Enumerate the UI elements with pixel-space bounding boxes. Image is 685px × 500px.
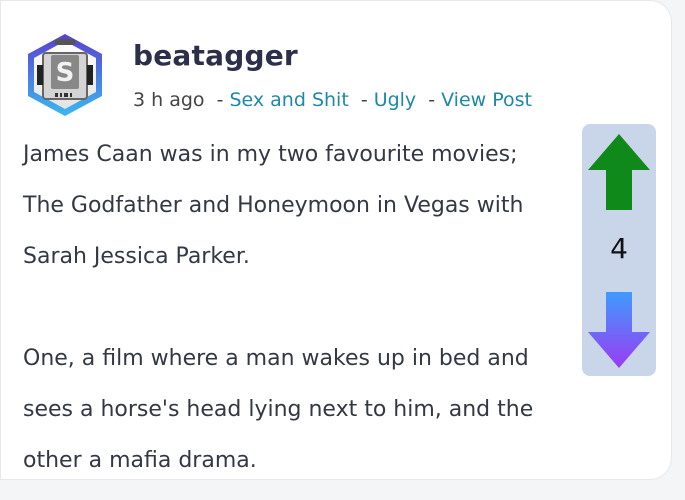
user-avatar[interactable]: S bbox=[21, 31, 109, 119]
vote-panel: 4 bbox=[582, 124, 656, 376]
tag-link[interactable]: Ugly bbox=[374, 89, 417, 111]
post-paragraph: James Caan was in my two favourite movie… bbox=[23, 142, 524, 269]
post-paragraph: One, a film where a man wakes up in bed … bbox=[23, 346, 534, 473]
upvote-button[interactable] bbox=[586, 132, 652, 212]
meta-separator: - bbox=[360, 89, 368, 111]
avatar-badge-icon: S bbox=[28, 34, 102, 116]
meta-separator: - bbox=[428, 89, 436, 111]
vote-count: 4 bbox=[610, 232, 628, 265]
arrow-up-icon bbox=[588, 134, 650, 210]
avatar-letter: S bbox=[56, 58, 75, 88]
meta-separator: - bbox=[216, 89, 224, 111]
page-background-strip bbox=[0, 480, 685, 500]
username[interactable]: beatagger bbox=[133, 39, 298, 72]
post-body: James Caan was in my two favourite movie… bbox=[23, 129, 563, 486]
downvote-button[interactable] bbox=[586, 290, 652, 370]
view-post-link[interactable]: View Post bbox=[441, 89, 532, 111]
post-time: 3 h ago bbox=[133, 89, 205, 111]
category-link[interactable]: Sex and Shit bbox=[229, 89, 348, 111]
post-card: S beatagger 3 h ago - Sex and Shit - Ugly … bbox=[0, 0, 672, 480]
arrow-down-icon bbox=[588, 292, 650, 368]
post-meta: 3 h ago - Sex and Shit - Ugly - View Post bbox=[133, 89, 532, 111]
